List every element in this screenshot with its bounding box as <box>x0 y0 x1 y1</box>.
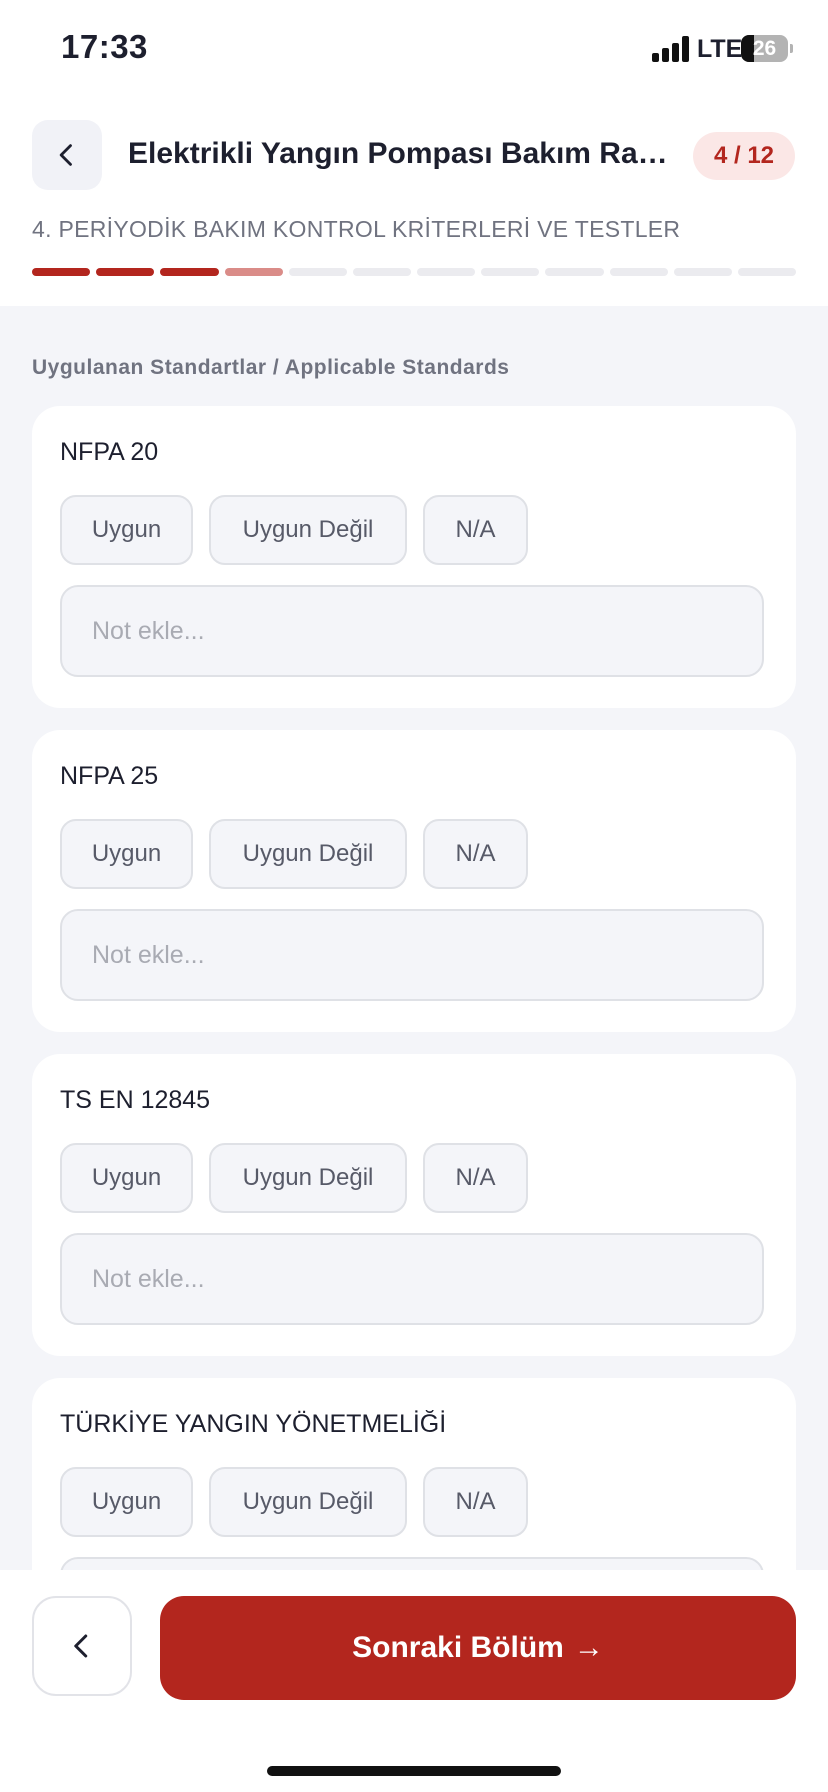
note-input[interactable] <box>60 909 764 1001</box>
option-uygun-button[interactable]: Uygun <box>60 1467 193 1537</box>
option-uygun-button[interactable]: Uygun <box>60 819 193 889</box>
progress-segment <box>545 268 604 276</box>
progress-segment <box>288 268 347 276</box>
section-title: 4. PERİYODİK BAKIM KONTROL KRİTERLERİ VE… <box>32 216 681 242</box>
option-uygun-degil-button[interactable]: Uygun Değil <box>209 1143 407 1213</box>
note-input[interactable] <box>60 1233 764 1325</box>
back-button[interactable] <box>32 120 102 190</box>
step-badge: 4 / 12 <box>693 132 795 180</box>
progress-segment <box>96 268 155 276</box>
progress-segment <box>609 268 668 276</box>
status-bar: 17:33 LTE 26 <box>0 0 828 100</box>
standard-card-turkiye-yangin-yonetmeligi: TÜRKİYE YANGIN YÖNETMELİĞİ Uygun Uygun D… <box>32 1378 796 1570</box>
progress-segment <box>352 268 412 276</box>
step-progress-bar <box>32 268 797 276</box>
standard-card-nfpa-20: NFPA 20 Uygun Uygun Değil N/A <box>32 406 796 708</box>
status-time: 17:33 <box>61 28 148 65</box>
progress-segment <box>224 268 283 276</box>
option-uygun-degil-button[interactable]: Uygun Değil <box>209 1467 407 1537</box>
battery-level: 26 <box>752 37 777 60</box>
note-input[interactable] <box>60 585 764 677</box>
progress-segment <box>673 268 732 276</box>
option-na-button[interactable]: N/A <box>423 1467 528 1537</box>
progress-segment <box>160 268 219 276</box>
option-uygun-degil-button[interactable]: Uygun Değil <box>209 495 407 565</box>
next-section-button[interactable]: Sonraki Bölüm → <box>160 1596 796 1700</box>
progress-segment <box>417 268 476 276</box>
next-section-label: Sonraki Bölüm <box>352 1631 564 1664</box>
option-group: Uygun Uygun Değil N/A <box>60 819 528 889</box>
option-uygun-degil-button[interactable]: Uygun Değil <box>209 819 407 889</box>
page-title: Elektrikli Yangın Pompası Bakım Raporu <box>128 137 682 170</box>
option-uygun-button[interactable]: Uygun <box>60 495 193 565</box>
standard-card-nfpa-25: NFPA 25 Uygun Uygun Değil N/A <box>32 730 796 1032</box>
note-input[interactable] <box>60 1557 764 1570</box>
option-na-button[interactable]: N/A <box>423 495 528 565</box>
option-group: Uygun Uygun Değil N/A <box>60 1467 528 1537</box>
card-title: NFPA 25 <box>60 762 159 790</box>
form-content[interactable]: Uygulanan Standartlar / Applicable Stand… <box>0 306 828 1570</box>
network-type: LTE <box>697 35 743 63</box>
battery-tip <box>790 44 793 53</box>
signal-icon <box>652 36 690 62</box>
option-group: Uygun Uygun Değil N/A <box>60 495 528 565</box>
option-group: Uygun Uygun Değil N/A <box>60 1143 528 1213</box>
battery-icon: 26 <box>741 35 788 62</box>
progress-segment <box>481 268 540 276</box>
card-title: TÜRKİYE YANGIN YÖNETMELİĞİ <box>60 1410 447 1438</box>
option-na-button[interactable]: N/A <box>423 819 528 889</box>
group-label: Uygulanan Standartlar / Applicable Stand… <box>32 356 510 379</box>
card-title: TS EN 12845 <box>60 1086 211 1114</box>
chevron-left-icon <box>74 1634 88 1658</box>
option-uygun-button[interactable]: Uygun <box>60 1143 193 1213</box>
bottom-nav: Sonraki Bölüm → <box>0 1570 828 1792</box>
card-title: NFPA 20 <box>60 438 159 466</box>
arrow-right-icon: → <box>573 1631 604 1664</box>
chevron-left-icon <box>59 144 72 166</box>
previous-section-button[interactable] <box>32 1596 132 1696</box>
home-indicator <box>267 1766 561 1776</box>
standard-card-ts-en-12845: TS EN 12845 Uygun Uygun Değil N/A <box>32 1054 796 1356</box>
header: 17:33 LTE 26 Elektrikli Yangın Pompası B… <box>0 0 828 306</box>
progress-segment <box>737 268 797 276</box>
option-na-button[interactable]: N/A <box>423 1143 528 1213</box>
progress-segment <box>32 268 91 276</box>
